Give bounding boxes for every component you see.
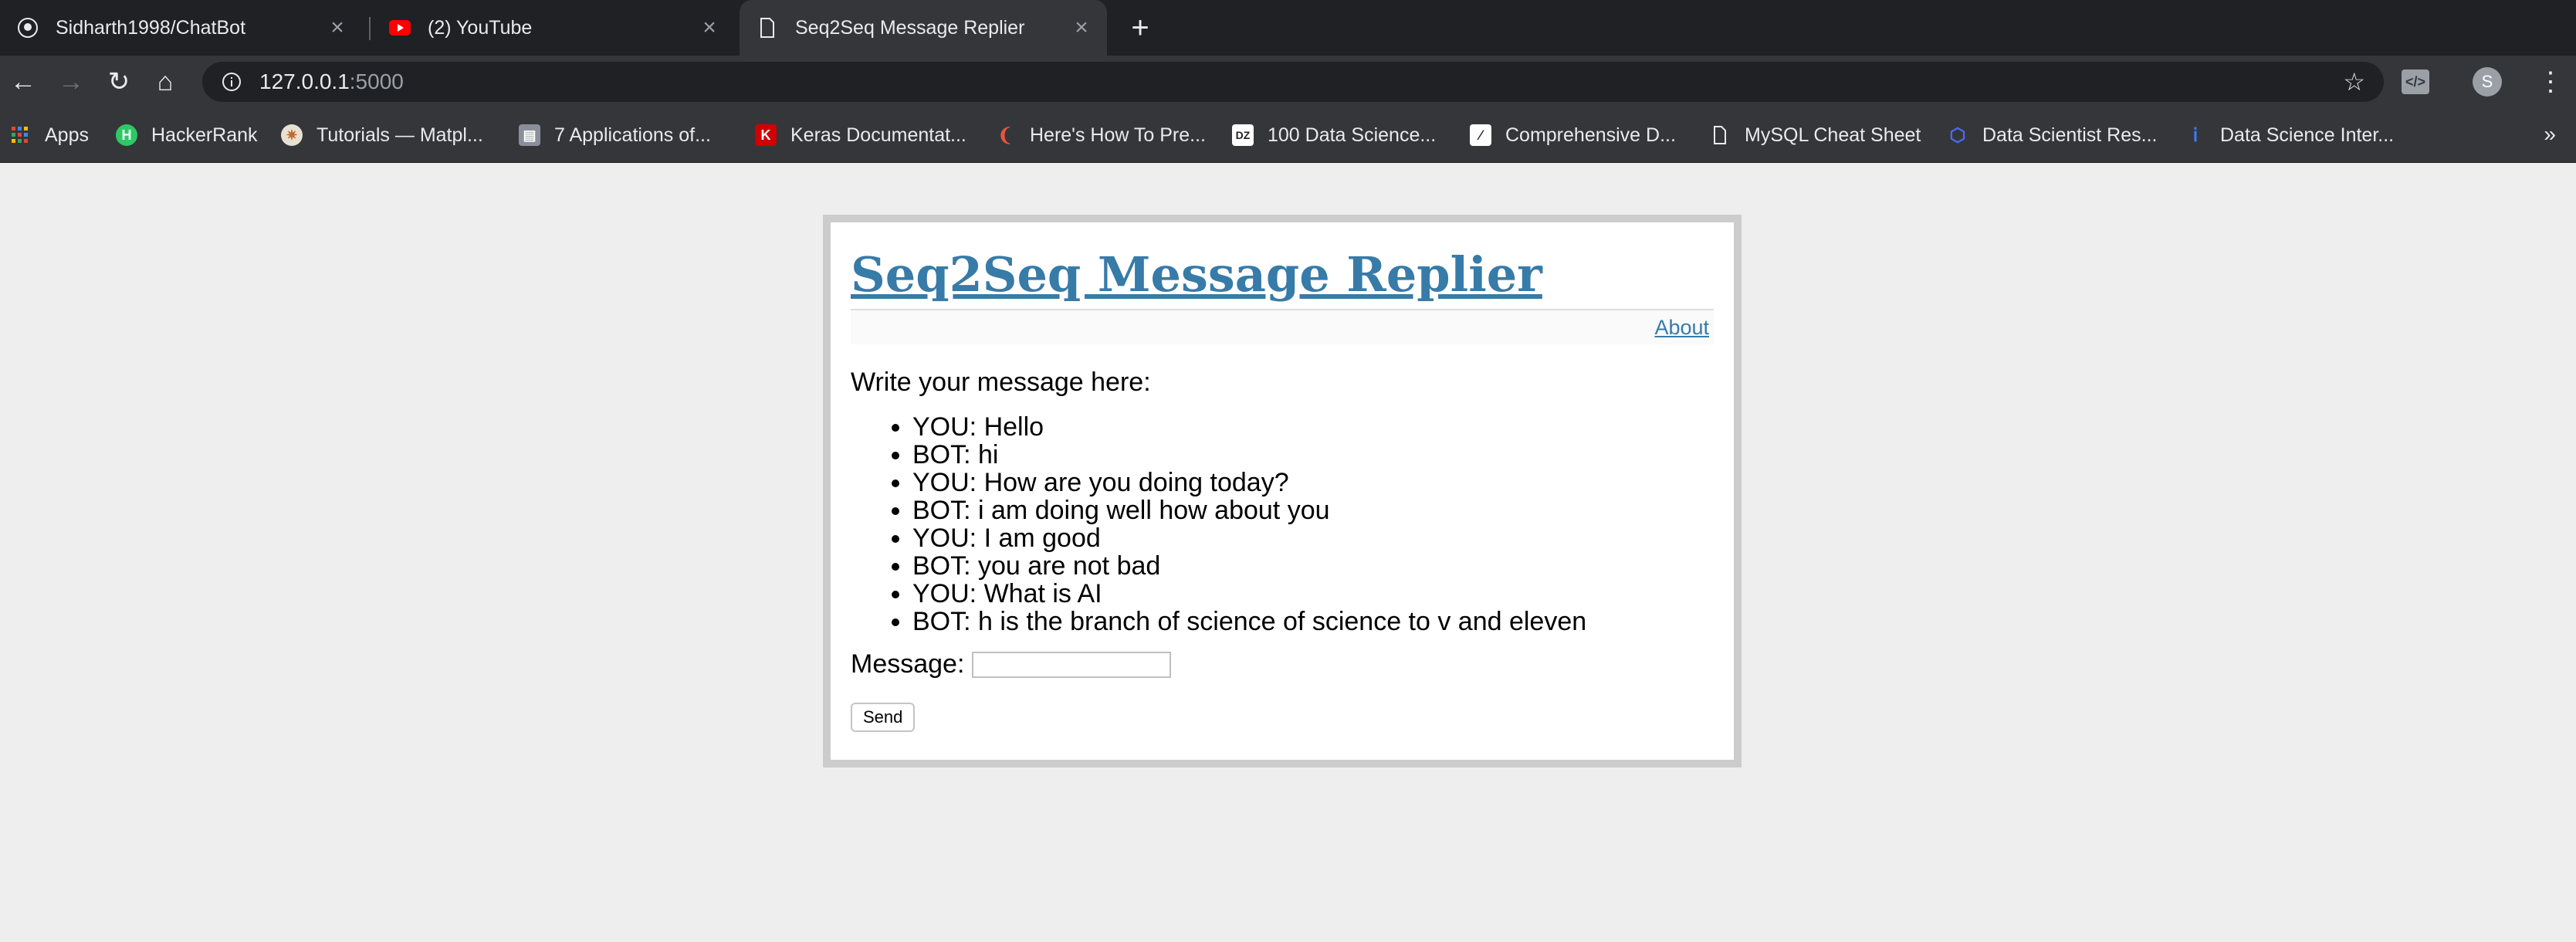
url-text: 127.0.0.1:5000 (259, 69, 404, 94)
bookmark-label: MySQL Cheat Sheet (1745, 124, 1921, 146)
apps-grid-icon (9, 124, 31, 146)
page-content: Seq2Seq Message Replier About Write your… (0, 163, 2576, 942)
close-tab-icon[interactable]: × (1070, 15, 1093, 41)
home-icon[interactable]: ⌂ (142, 59, 188, 105)
bookmark-data-science-inter[interactable]: ⅰ Data Science Inter... (2185, 108, 2394, 162)
dzone-icon: DZ (1232, 124, 1254, 146)
bookmark-label: Data Scientist Res... (1982, 124, 2158, 146)
close-tab-icon[interactable]: × (698, 15, 721, 41)
bookmark-comprehensive[interactable]: ∕ Comprehensive D... (1470, 108, 1676, 162)
list-item: BOT: hi (912, 441, 1714, 469)
bookmark-matplotlib[interactable]: ✷ Tutorials — Matpl... (281, 108, 483, 162)
bookmark-label: 7 Applications of... (554, 124, 711, 146)
list-item: YOU: Hello (912, 413, 1714, 441)
message-label: Message: (851, 649, 965, 679)
tab-title: (2) YouTube (428, 16, 533, 39)
bookmark-label: Comprehensive D... (1505, 124, 1676, 146)
bookmark-mysql[interactable]: MySQL Cheat Sheet (1709, 108, 1921, 162)
bookmark-7-applications[interactable]: ▤ 7 Applications of... (519, 108, 711, 162)
github-icon (17, 17, 39, 39)
list-item: BOT: you are not bad (912, 552, 1714, 580)
conversation-list: YOU: Hello BOT: hi YOU: How are you doin… (851, 413, 1714, 635)
page-icon (1709, 124, 1731, 146)
message-prompt: Write your message here: (851, 368, 1151, 397)
more-bookmarks-icon[interactable]: » (2544, 122, 2556, 147)
list-item: YOU: What is AI (912, 580, 1714, 608)
toolbar-right: </> S ⋮ (2402, 56, 2576, 108)
menu-kebab-icon[interactable]: ⋮ (2537, 66, 2564, 97)
back-arrow-icon[interactable]: ← (0, 59, 46, 105)
browser-chrome: Sidharth1998/ChatBot × (2) YouTube × Seq… (0, 0, 2576, 163)
extension-code-icon[interactable]: </> (2402, 69, 2429, 94)
list-item: YOU: I am good (912, 524, 1714, 552)
close-tab-icon[interactable]: × (326, 15, 349, 41)
bookmark-label: Data Science Inter... (2220, 124, 2395, 146)
list-item: YOU: How are you doing today? (912, 469, 1714, 496)
nav-bar: About (851, 309, 1714, 344)
message-row: Message: (851, 649, 1714, 679)
tab-seq2seq[interactable]: Seq2Seq Message Replier × (740, 0, 1107, 56)
title-link[interactable]: Seq2Seq Message Replier (851, 246, 1542, 303)
tab-strip: Sidharth1998/ChatBot × (2) YouTube × Seq… (0, 0, 2576, 56)
bookmark-100-data-science[interactable]: DZ 100 Data Science... (1232, 108, 1436, 162)
bookmarks-bar: Apps H HackerRank ✷ Tutorials — Matpl...… (0, 108, 2576, 163)
tab-title: Sidharth1998/ChatBot (56, 16, 246, 39)
bookmark-label: Apps (45, 124, 89, 146)
bookmark-data-scientist[interactable]: ⬡ Data Scientist Res... (1947, 108, 2158, 162)
page-icon (757, 17, 778, 39)
tab-github[interactable]: Sidharth1998/ChatBot × (0, 0, 363, 56)
bookmark-star-icon[interactable]: ☆ (2343, 67, 2365, 97)
reload-icon[interactable]: ↻ (96, 59, 142, 105)
toolbar: ← → ↻ ⌂ 127.0.0.1:5000 ☆ </> S ⋮ (0, 56, 2576, 108)
info-icon: ⅰ (2192, 124, 2199, 146)
bookmark-keras[interactable]: K Keras Documentat... (755, 108, 966, 162)
bookmark-label: 100 Data Science... (1268, 124, 1437, 146)
bookmark-label: HackerRank (151, 124, 258, 146)
youtube-icon (389, 17, 411, 39)
tab-title: Seq2Seq Message Replier (795, 16, 1025, 39)
article-icon: ▤ (519, 124, 540, 146)
bookmark-icon: ❨ (997, 124, 1014, 146)
hackerrank-icon: H (116, 124, 137, 146)
page-title: Seq2Seq Message Replier (851, 244, 1714, 306)
datasci-icon: ⬡ (1949, 124, 1966, 146)
list-item: BOT: i am doing well how about you (912, 496, 1714, 524)
bookmark-label: Here's How To Pre... (1030, 124, 1207, 146)
about-link[interactable]: About (1654, 316, 1709, 339)
url-port: :5000 (349, 69, 404, 93)
profile-avatar[interactable]: S (2473, 67, 2502, 97)
app-panel: Seq2Seq Message Replier About Write your… (823, 215, 1742, 767)
matplotlib-icon: ✷ (281, 124, 303, 146)
info-icon[interactable] (218, 72, 245, 92)
message-input[interactable] (972, 651, 1172, 678)
forward-arrow-icon[interactable]: → (48, 59, 94, 105)
keras-icon: K (755, 124, 777, 146)
bookmark-hackerrank[interactable]: H HackerRank (116, 108, 258, 162)
bookmark-label: Tutorials — Matpl... (316, 124, 483, 146)
address-bar[interactable]: 127.0.0.1:5000 ☆ (202, 62, 2384, 102)
tab-separator (369, 17, 371, 40)
list-item: BOT: h is the branch of science of scien… (912, 608, 1714, 635)
new-tab-button[interactable]: + (1121, 0, 1159, 56)
bookmark-apps[interactable]: Apps (9, 108, 89, 162)
send-button[interactable]: Send (851, 703, 916, 732)
bookmark-label: Keras Documentat... (790, 124, 966, 146)
chart-icon: ∕ (1470, 124, 1491, 146)
tab-youtube[interactable]: (2) YouTube × (372, 0, 735, 56)
bookmark-heres-how[interactable]: ❨ Here's How To Pre... (994, 108, 1206, 162)
url-host: 127.0.0.1 (259, 69, 350, 93)
